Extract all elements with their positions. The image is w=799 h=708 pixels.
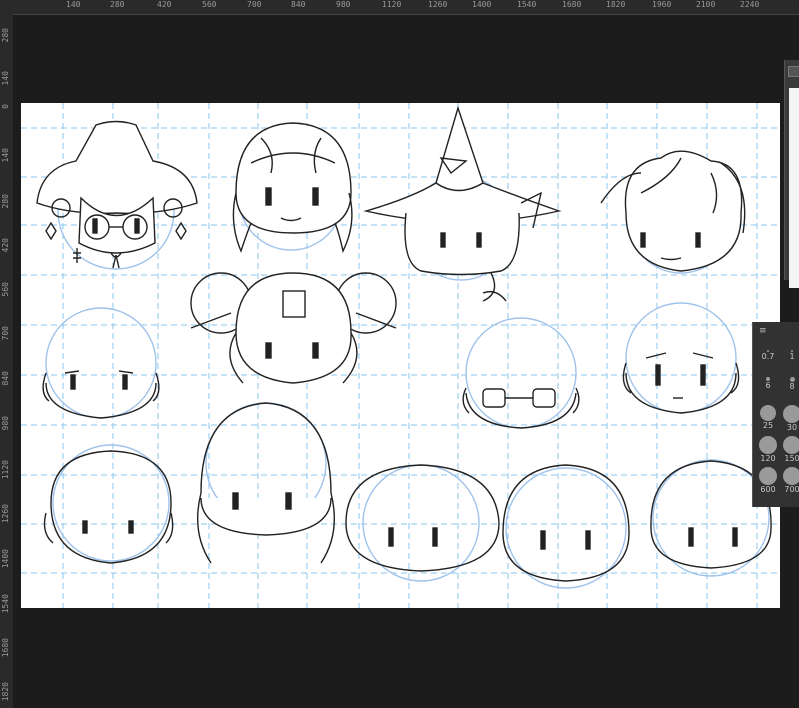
- ruler-left-label: 980: [1, 416, 10, 431]
- ruler-left-label: 280: [1, 28, 10, 43]
- brush-panel-menu-icon[interactable]: ≡: [759, 326, 767, 336]
- ruler-top-label: 840: [291, 0, 306, 9]
- chibi-head-curly-hair: [196, 402, 336, 564]
- ruler-left-label: 1680: [1, 638, 10, 658]
- ruler-left-label: 840: [1, 371, 10, 386]
- ruler-left-label: 700: [1, 326, 10, 341]
- brush-size-option[interactable]: 6: [757, 377, 779, 390]
- ruler-top-label: 1820: [606, 0, 626, 9]
- brush-size-option[interactable]: 600: [757, 467, 779, 494]
- ruler-top-label: 700: [247, 0, 262, 9]
- brush-size-option[interactable]: 700: [781, 467, 799, 494]
- chibi-head-glasses: [462, 317, 580, 429]
- chibi-head-messy-hair: [600, 150, 746, 274]
- ruler-top-label: 280: [110, 0, 125, 9]
- ruler-top-label: 1540: [517, 0, 537, 9]
- brush-size-option[interactable]: 1: [781, 350, 799, 361]
- canvas-artwork: [21, 103, 780, 608]
- chibi-head-stern: [622, 302, 740, 414]
- chibi-head-bob-2: [502, 464, 630, 589]
- ruler-left-label: 0: [1, 104, 10, 109]
- ruler-left-label: 560: [1, 282, 10, 297]
- ruler-top-label: 140: [66, 0, 81, 9]
- ruler-top-label: 1680: [562, 0, 582, 9]
- ruler-left-label: 280: [1, 194, 10, 209]
- ruler-left-label: 1820: [1, 682, 10, 702]
- drawing-canvas[interactable]: [21, 103, 780, 608]
- brush-size-option[interactable]: 25: [757, 405, 779, 430]
- brush-size-option[interactable]: 120: [757, 436, 779, 463]
- ruler-left-label: 1120: [1, 460, 10, 480]
- ruler-left-label: 420: [1, 238, 10, 253]
- ruler-top-label: 1960: [652, 0, 672, 9]
- ruler-left-label: 140: [1, 148, 10, 163]
- ruler-top-label: 2100: [696, 0, 716, 9]
- ruler-top-label: 2240: [740, 0, 760, 9]
- chibi-head-wavy-hair: [232, 122, 353, 254]
- panel-menu-icon[interactable]: [788, 66, 799, 77]
- brush-size-panel: ≡ 0.7 1 6 8 25 30 120 150 600 700: [752, 322, 799, 507]
- ruler-top-label: 1260: [428, 0, 448, 9]
- ruler-top-label: 420: [157, 0, 172, 9]
- ruler-left-label: 1540: [1, 594, 10, 614]
- brush-size-option[interactable]: 30: [781, 405, 799, 432]
- ruler-top: 140 280 420 560 700 840 980 1120 1260 14…: [0, 0, 799, 15]
- ruler-top-label: 560: [202, 0, 217, 9]
- ruler-left-label: 1400: [1, 549, 10, 569]
- chibi-head-bun-hair: [190, 272, 397, 384]
- ruler-left: 280 140 0 140 280 420 560 700 840 980 11…: [0, 14, 14, 708]
- brush-size-option[interactable]: 8: [781, 377, 799, 391]
- ruler-left-label: 1260: [1, 504, 10, 524]
- chibi-head-sketch-2: [43, 444, 174, 564]
- ruler-top-label: 1400: [472, 0, 492, 9]
- navigator-preview[interactable]: [789, 88, 799, 288]
- brush-size-option[interactable]: 150: [781, 436, 799, 463]
- chibi-head-witch-hat: [363, 105, 562, 302]
- ruler-top-label: 1120: [382, 0, 402, 9]
- ruler-left-label: 140: [1, 71, 10, 86]
- chibi-head-bob-1: [345, 464, 500, 582]
- brush-size-option[interactable]: 0.7: [757, 350, 779, 361]
- navigator-panel[interactable]: [784, 60, 799, 288]
- ruler-top-label: 980: [336, 0, 351, 9]
- chibi-head-hat-glasses: [36, 120, 198, 270]
